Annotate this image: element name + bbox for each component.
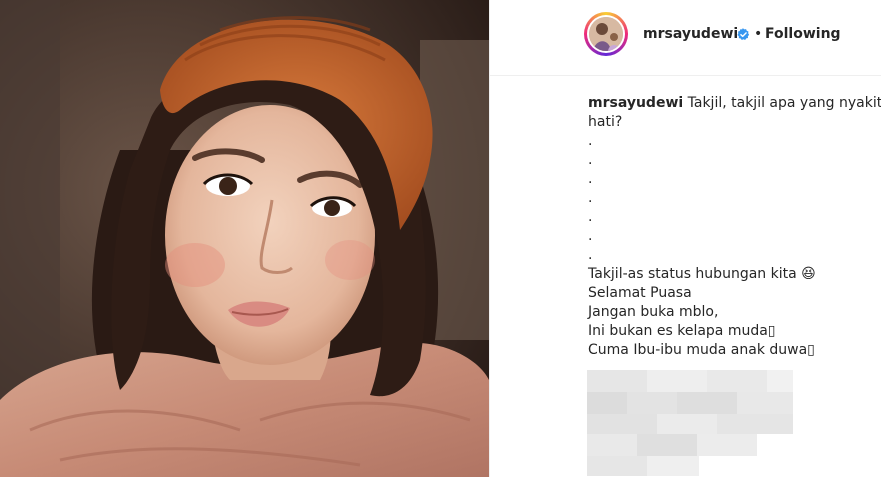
following-button[interactable]: Following bbox=[765, 26, 841, 42]
caption-line: Selamat Puasa bbox=[588, 285, 692, 301]
post-side-panel: mrsayudewi • Following mrsayudewi Takjil… bbox=[490, 0, 881, 477]
post-header: mrsayudewi • Following bbox=[490, 0, 881, 76]
caption-line: . bbox=[588, 209, 593, 225]
post-photo[interactable] bbox=[0, 0, 489, 477]
caption-line: . bbox=[588, 152, 593, 168]
portrait-image bbox=[0, 0, 489, 477]
avatar[interactable] bbox=[589, 17, 623, 51]
caption-line: Cuma Ibu-ibu muda anak duwa▯ bbox=[588, 342, 815, 358]
verified-badge-icon bbox=[737, 28, 750, 40]
header-separator: • bbox=[754, 26, 763, 42]
caption-line: Jangan buka mblo, bbox=[588, 304, 719, 320]
avatar-frame bbox=[587, 15, 625, 53]
caption-first-line: mrsayudewi Takjil, takjil apa yang nyaki… bbox=[588, 94, 881, 113]
caption-username[interactable]: mrsayudewi bbox=[588, 95, 683, 111]
caption-line: . bbox=[588, 247, 593, 263]
pixelated-comments bbox=[587, 370, 807, 477]
caption-line: . bbox=[588, 228, 593, 244]
caption-line: Ini bukan es kelapa muda▯ bbox=[588, 323, 776, 339]
caption-line: . bbox=[588, 190, 593, 206]
caption-line: hati? bbox=[588, 114, 623, 130]
post-caption: mrsayudewi Takjil, takjil apa yang nyaki… bbox=[588, 94, 881, 360]
avatar-image bbox=[589, 17, 623, 51]
caption-line: Takjil-as status hubungan kita 😆 bbox=[588, 266, 816, 282]
caption-line: . bbox=[588, 133, 593, 149]
caption-line: . bbox=[588, 171, 593, 187]
post-username[interactable]: mrsayudewi bbox=[643, 26, 738, 42]
caption-text: Takjil, takjil apa yang nyakitin bbox=[683, 95, 881, 111]
story-ring[interactable] bbox=[584, 12, 628, 56]
